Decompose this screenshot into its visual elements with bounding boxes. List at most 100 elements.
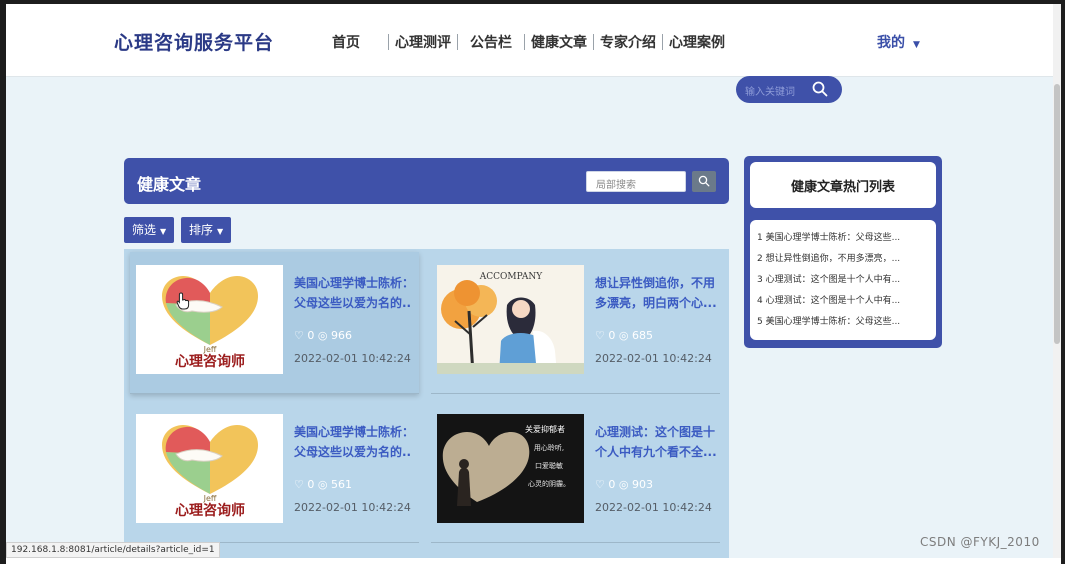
article-thumbnail[interactable]: Jeff 心理咨询师	[136, 265, 283, 374]
article-thumbnail[interactable]: Jeff 心理咨询师	[136, 414, 283, 523]
article-card[interactable]: Jeff 心理咨询师 美国心理学博士陈析：父母这些以爱为名的.. ♡ 0 ◎ 5…	[130, 401, 419, 543]
local-search-button[interactable]	[692, 171, 716, 192]
eye-icon: ◎	[317, 478, 328, 491]
article-card[interactable]: ACCOMPANY 想让异性倒追你，不用多漂亮，明白两个心... ♡ 0 ◎ 6…	[431, 252, 720, 394]
search-icon	[698, 175, 710, 187]
nav-divider	[524, 34, 525, 50]
eye-icon: ◎	[618, 329, 629, 342]
search-icon[interactable]	[812, 81, 828, 97]
nav-divider	[662, 34, 663, 50]
thumb-sub-label: Jeff	[203, 345, 217, 354]
like-icon: ♡	[294, 329, 304, 342]
watermark: CSDN @FYKJ_2010	[920, 535, 1040, 549]
hot-list-item[interactable]: 4 心理测试：这个图是十个人中有...	[757, 293, 933, 306]
thumb-logo-text: 心理咨询师	[175, 353, 245, 370]
article-title[interactable]: 美国心理学博士陈析：父母这些以爱为名的..	[294, 273, 418, 313]
eye-icon: ◎	[618, 478, 629, 491]
global-search-input[interactable]: 输入关键词	[745, 83, 795, 98]
heart-hands-logo: Jeff 心理咨询师	[136, 414, 283, 523]
article-card[interactable]: 关爱抑郁者 用心聆听, 口爱聪敏 心灵的阴霾。 心理测试：这个图是十个人中有九个…	[431, 401, 720, 543]
article-stats: ♡ 0 ◎ 966	[294, 329, 352, 342]
filter-label: 筛选	[132, 223, 157, 237]
nav-divider	[457, 34, 458, 50]
hot-list-item[interactable]: 3 心理测试：这个图是十个人中有...	[757, 272, 933, 285]
card-divider	[431, 542, 720, 543]
article-date: 2022-02-01 10:42:24	[595, 352, 712, 365]
articles-section-header: 健康文章 局部搜索	[124, 158, 729, 204]
nav-item-experts[interactable]: 专家介绍	[600, 32, 656, 52]
article-card[interactable]: Jeff 心理咨询师 美国心理学博士陈析：父母这些以爱为名的.. ♡ 0 ◎ 9…	[130, 252, 419, 394]
article-title[interactable]: 美国心理学博士陈析：父母这些以爱为名的..	[294, 422, 418, 462]
hot-list-item[interactable]: 5 美国心理学博士陈析：父母这些...	[757, 314, 933, 327]
view-count: 685	[631, 329, 653, 342]
article-stats: ♡ 0 ◎ 903	[595, 478, 653, 491]
thumb-caption-line: 口爱聪敏	[535, 461, 563, 470]
article-date: 2022-02-01 10:42:24	[595, 501, 712, 514]
global-search[interactable]: 输入关键词	[736, 76, 842, 103]
window-frame-bottom	[6, 558, 1061, 564]
sort-dropdown-button[interactable]: 排序 ▼	[181, 217, 232, 243]
thumb-caption-line: 关爱抑郁者	[525, 424, 565, 434]
heart-hands-logo: Jeff 心理咨询师	[136, 265, 283, 374]
section-title: 健康文章	[137, 175, 202, 194]
hot-list-title: 健康文章热门列表	[750, 162, 936, 208]
article-thumbnail[interactable]: ACCOMPANY	[437, 265, 584, 374]
local-search-input[interactable]: 局部搜索	[586, 171, 686, 192]
page-scrollbar[interactable]	[1053, 4, 1061, 558]
like-count: 0	[608, 329, 616, 342]
thumb-sub-label: Jeff	[203, 494, 217, 503]
view-count: 966	[330, 329, 352, 342]
caret-down-icon: ▼	[217, 227, 224, 236]
like-icon: ♡	[595, 478, 605, 491]
hand-pointer-icon	[176, 292, 190, 310]
article-list: Jeff 心理咨询师 美国心理学博士陈析：父母这些以爱为名的.. ♡ 0 ◎ 9…	[124, 249, 729, 558]
scrollbar-thumb[interactable]	[1054, 84, 1060, 344]
my-account-label: 我的	[877, 35, 905, 51]
page-viewport: 心理咨询服务平台 首页 心理测评 公告栏 健康文章 专家介绍 心理案例 我的 ▼ …	[6, 4, 1053, 558]
thumb-caption: ACCOMPANY	[479, 272, 543, 282]
article-thumbnail[interactable]: 关爱抑郁者 用心聆听, 口爱聪敏 心灵的阴霾。	[437, 414, 584, 523]
main-nav: 首页 心理测评 公告栏 健康文章 专家介绍 心理案例	[332, 32, 725, 52]
nav-item-notice[interactable]: 公告栏	[470, 32, 512, 52]
like-icon: ♡	[294, 478, 304, 491]
card-divider	[130, 393, 419, 394]
my-account-menu[interactable]: 我的 ▼	[877, 32, 920, 52]
article-title[interactable]: 心理测试：这个图是十个人中有九个看不全...	[595, 422, 719, 462]
thumb-logo-text: 心理咨询师	[175, 502, 245, 519]
thumb-caption-line: 用心聆听,	[534, 443, 564, 452]
article-date: 2022-02-01 10:42:24	[294, 501, 411, 514]
nav-divider	[388, 34, 389, 50]
dark-heart-photo: 关爱抑郁者 用心聆听, 口爱聪敏 心灵的阴霾。	[437, 414, 584, 523]
nav-item-home[interactable]: 首页	[332, 32, 360, 52]
sort-label: 排序	[189, 223, 214, 237]
article-date: 2022-02-01 10:42:24	[294, 352, 411, 365]
filter-dropdown-button[interactable]: 筛选 ▼	[124, 217, 175, 243]
card-divider	[431, 393, 720, 394]
article-stats: ♡ 0 ◎ 685	[595, 329, 653, 342]
top-header: 心理咨询服务平台 首页 心理测评 公告栏 健康文章 专家介绍 心理案例 我的 ▼	[6, 4, 1053, 77]
hot-list: 1 美国心理学博士陈析：父母这些... 2 想让异性倒追你，不用多漂亮，... …	[750, 220, 936, 340]
article-title[interactable]: 想让异性倒追你，不用多漂亮，明白两个心...	[595, 273, 719, 313]
nav-item-articles[interactable]: 健康文章	[531, 32, 587, 52]
view-count: 561	[330, 478, 352, 491]
like-count: 0	[307, 329, 315, 342]
like-icon: ♡	[595, 329, 605, 342]
hot-list-item[interactable]: 2 想让异性倒追你，不用多漂亮，...	[757, 251, 933, 264]
nav-item-cases[interactable]: 心理案例	[669, 32, 725, 52]
nav-item-assessment[interactable]: 心理测评	[395, 32, 451, 52]
window-frame-right	[1061, 0, 1065, 564]
browser-status-url: 192.168.1.8:8081/article/details?article…	[6, 542, 220, 558]
like-count: 0	[307, 478, 315, 491]
caret-down-icon: ▼	[160, 227, 167, 236]
hot-articles-panel: 健康文章热门列表 1 美国心理学博士陈析：父母这些... 2 想让异性倒追你，不…	[744, 156, 942, 348]
nav-divider	[593, 34, 594, 50]
eye-icon: ◎	[317, 329, 328, 342]
caret-down-icon: ▼	[913, 40, 920, 50]
article-stats: ♡ 0 ◎ 561	[294, 478, 352, 491]
hot-list-item[interactable]: 1 美国心理学博士陈析：父母这些...	[757, 230, 933, 243]
accompany-illustration: ACCOMPANY	[437, 265, 584, 374]
site-brand[interactable]: 心理咨询服务平台	[114, 28, 274, 55]
thumb-caption-line: 心灵的阴霾。	[528, 479, 570, 488]
view-count: 903	[631, 478, 653, 491]
like-count: 0	[608, 478, 616, 491]
